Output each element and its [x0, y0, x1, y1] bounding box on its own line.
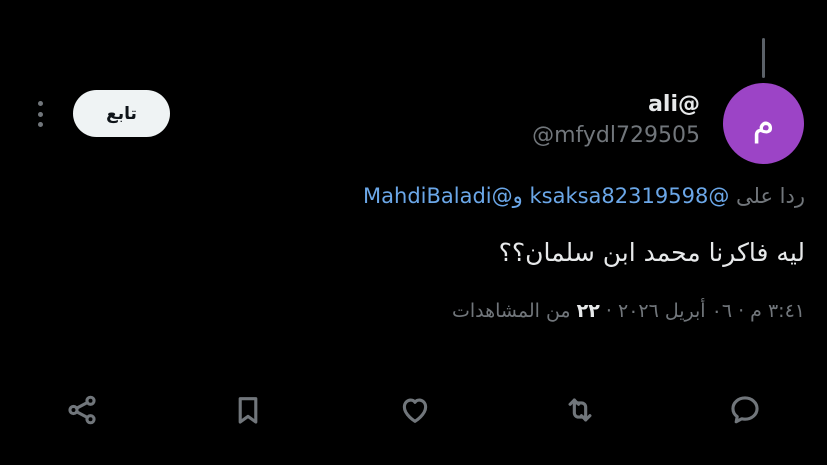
thread-connector-line [762, 38, 765, 78]
bookmark-icon [238, 397, 258, 424]
tweet-timestamp[interactable]: ٣:٤١ م · ٠٦ أبريل ٢٠٢٦ [618, 300, 805, 322]
views-label: من المشاهدات [451, 300, 571, 322]
retweet-button[interactable] [560, 390, 600, 430]
reply-button[interactable] [725, 390, 765, 430]
author-display-name[interactable]: ali@ [648, 92, 700, 117]
like-button[interactable] [395, 390, 435, 430]
avatar[interactable]: م [723, 83, 804, 164]
views-count: ٢٢ [576, 300, 600, 322]
author-handle[interactable]: @mfydl729505 [532, 123, 700, 148]
share-button[interactable] [62, 390, 102, 430]
bookmark-button[interactable] [228, 390, 268, 430]
more-options-icon[interactable] [32, 98, 48, 130]
reply-mention-1[interactable]: @ksaksa82319598 [529, 184, 729, 208]
reply-to-prefix: ردا على [736, 184, 805, 208]
reply-mention-2[interactable]: @MahdiBaladi [363, 184, 513, 208]
follow-button[interactable]: تابع [73, 90, 170, 137]
tweet-meta: ٣:٤١ م · ٠٦ أبريل ٢٠٢٦ · ٢٢ من المشاهدات [452, 300, 805, 322]
retweet-icon [568, 398, 592, 422]
avatar-letter: م [752, 103, 775, 144]
meta-separator: · [599, 300, 618, 322]
tweet-text: ليه فاكرنا محمد ابن سلمان؟؟ [498, 238, 805, 267]
share-icon [68, 395, 96, 425]
reply-icon [731, 396, 759, 424]
like-icon [402, 398, 428, 423]
reply-conjunction: و [512, 184, 523, 208]
reply-to-line: ردا على @ksaksa82319598 و@MahdiBaladi [363, 184, 805, 208]
